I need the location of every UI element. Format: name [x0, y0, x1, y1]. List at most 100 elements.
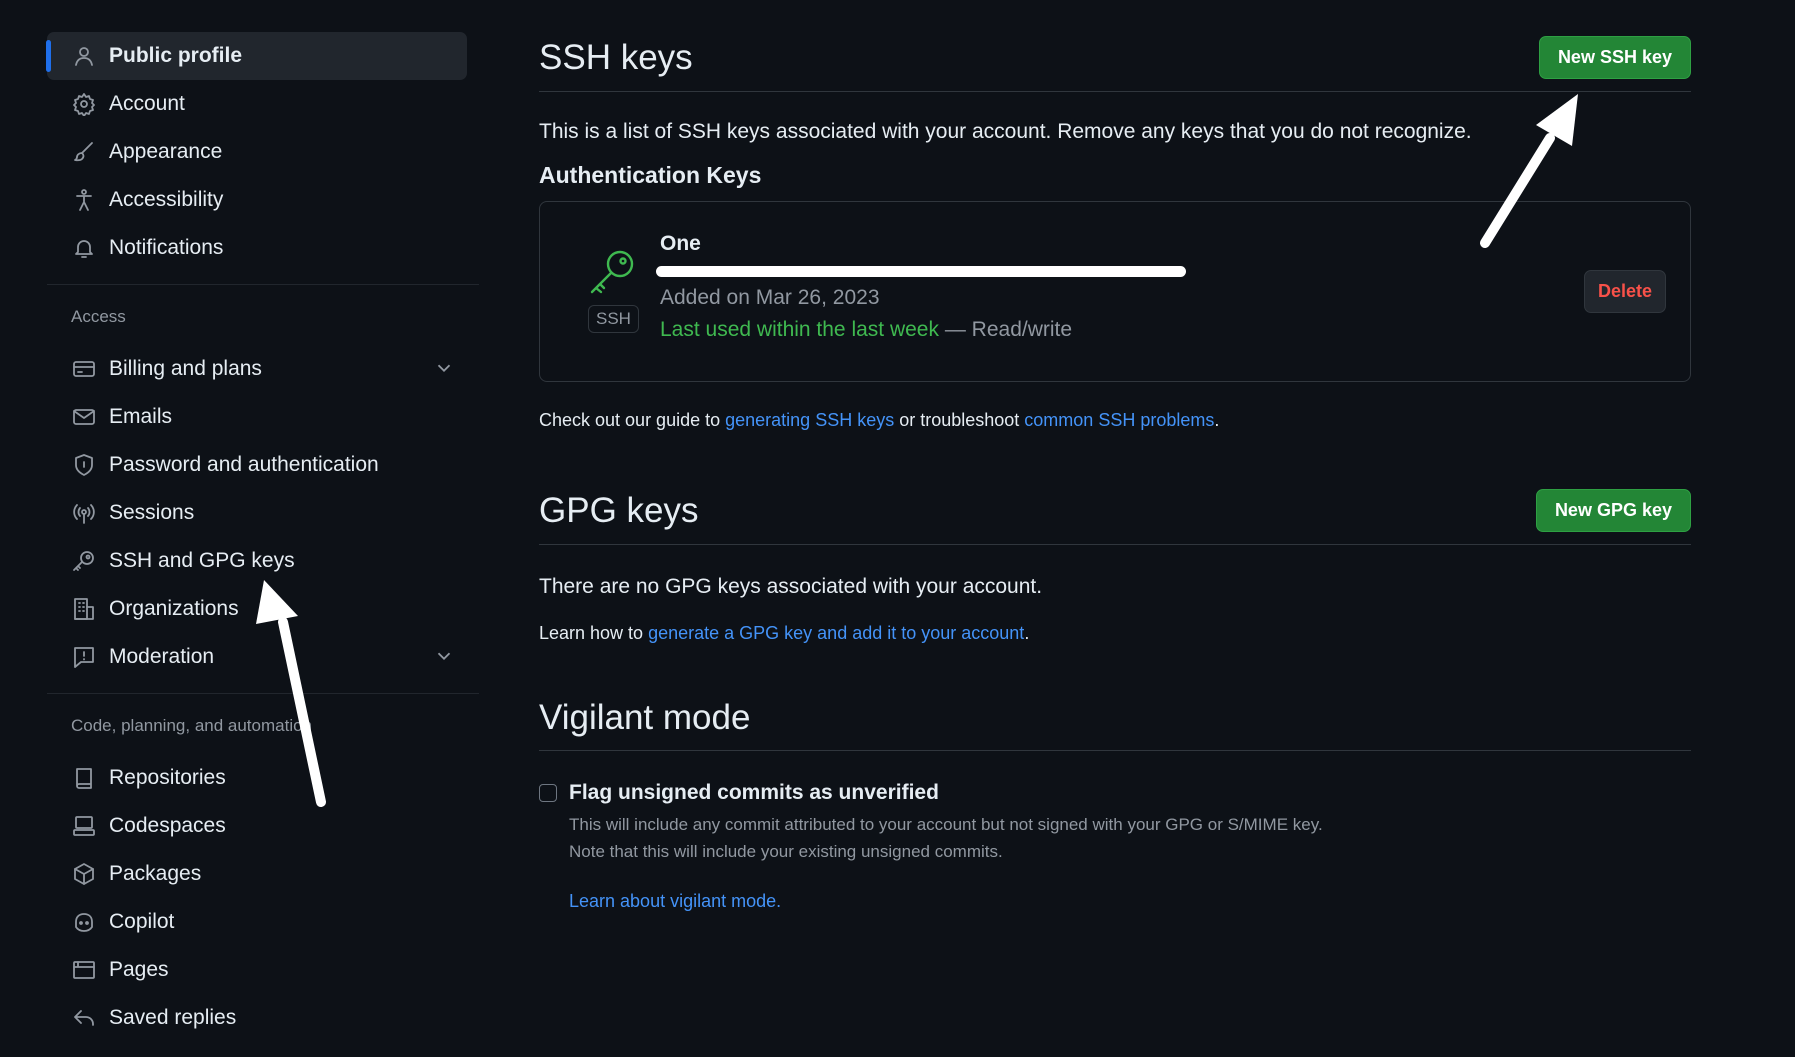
gpg-learn-text: Learn how to generate a GPG key and add …: [539, 623, 1691, 644]
sidebar-item-appearance[interactable]: Appearance: [47, 128, 479, 176]
ssh-keys-title: SSH keys: [539, 37, 693, 77]
reply-icon: [71, 1005, 97, 1031]
browser-icon: [71, 957, 97, 983]
guide-suffix: .: [1214, 410, 1220, 430]
sidebar-item-label: Packages: [109, 862, 202, 885]
sidebar-item-label: Codespaces: [109, 814, 226, 837]
flag-unsigned-commits-checkbox[interactable]: [539, 784, 557, 802]
sidebar-item-billing[interactable]: Billing and plans: [47, 345, 479, 393]
sidebar-item-label: Moderation: [109, 645, 215, 668]
sidebar-item-codespaces[interactable]: Codespaces: [47, 802, 479, 850]
gpg-empty-text: There are no GPG keys associated with yo…: [539, 575, 1043, 598]
sidebar-divider: [47, 284, 479, 285]
ssh-key-name: One: [660, 232, 701, 255]
ssh-key-info: One Added on Mar 26, 2023 Last used with…: [656, 232, 1190, 342]
learn-vigilant-mode-link[interactable]: Learn about vigilant mode.: [569, 891, 1323, 912]
ssh-section-header: SSH keys New SSH key: [539, 36, 1691, 92]
vigilant-note: This will include any commit attributed …: [569, 811, 1323, 865]
ssh-description: This is a list of SSH keys associated wi…: [539, 120, 1472, 143]
sidebar-item-accessibility[interactable]: Accessibility: [47, 176, 479, 224]
shield-lock-icon: [71, 452, 97, 478]
sidebar-item-label: Organizations: [109, 597, 239, 620]
ssh-key-added-date: Added on Mar 26, 2023: [660, 286, 880, 309]
sidebar-item-label: Pages: [109, 958, 169, 981]
key-icon: [586, 246, 638, 298]
flag-unsigned-commits-label[interactable]: Flag unsigned commits as unverified: [569, 781, 1323, 805]
person-icon: [71, 43, 97, 69]
sidebar-item-moderation[interactable]: Moderation: [47, 633, 479, 681]
ssh-key-access: — Read/write: [939, 318, 1073, 341]
ssh-key-usage: Last used within the last week — Read/wr…: [660, 318, 1190, 342]
sidebar-item-label: Password and authentication: [109, 453, 379, 476]
vigilant-section-header: Vigilant mode: [539, 698, 1691, 751]
credit-card-icon: [71, 356, 97, 382]
mail-icon: [71, 404, 97, 430]
organization-icon: [71, 596, 97, 622]
main-content: SSH keys New SSH key This is a list of S…: [539, 36, 1691, 912]
sidebar-item-label: SSH and GPG keys: [109, 549, 295, 572]
sidebar-item-label: Account: [109, 92, 185, 115]
sidebar-item-password[interactable]: Password and authentication: [47, 441, 479, 489]
chevron-down-icon[interactable]: [433, 357, 455, 379]
sidebar-item-notifications[interactable]: Notifications: [47, 224, 479, 272]
sidebar-item-sessions[interactable]: Sessions: [47, 489, 479, 537]
vigilant-note-line2: Note that this will include your existin…: [569, 842, 1003, 861]
gpg-keys-title: GPG keys: [539, 490, 699, 530]
sidebar-item-label: Public profile: [109, 44, 243, 67]
vigilant-mode-section: Vigilant mode Flag unsigned commits as u…: [539, 698, 1691, 912]
new-gpg-key-button[interactable]: New GPG key: [1535, 489, 1691, 532]
sidebar-item-emails[interactable]: Emails: [47, 393, 479, 441]
sidebar-item-label: Saved replies: [109, 1006, 237, 1029]
sidebar-item-label: Notifications: [109, 236, 224, 259]
sidebar-item-pages[interactable]: Pages: [47, 946, 479, 994]
sidebar-item-ssh-gpg-keys[interactable]: SSH and GPG keys: [47, 537, 479, 585]
learn-suffix: .: [1024, 623, 1030, 643]
sidebar-group-code: Code, planning, and automation: [71, 716, 313, 735]
generate-gpg-key-link[interactable]: generate a GPG key and add it to your ac…: [648, 623, 1024, 643]
sidebar-item-label: Accessibility: [109, 188, 224, 211]
ssh-keys-section: SSH keys New SSH key This is a list of S…: [539, 36, 1691, 431]
chevron-down-icon[interactable]: [433, 645, 455, 667]
sidebar-item-label: Emails: [109, 405, 173, 428]
guide-prefix: Check out our guide to: [539, 410, 726, 430]
sidebar-item-repositories[interactable]: Repositories: [47, 754, 479, 802]
sidebar-item-account[interactable]: Account: [47, 80, 479, 128]
sidebar-item-label: Sessions: [109, 501, 195, 524]
authentication-keys-heading: Authentication Keys: [539, 162, 762, 188]
ssh-badge: SSH: [588, 305, 639, 333]
copilot-icon: [71, 909, 97, 935]
sidebar-group-access: Access: [71, 307, 126, 326]
bell-icon: [71, 235, 97, 261]
guide-middle: or troubleshoot: [894, 410, 1025, 430]
sidebar-item-copilot[interactable]: Copilot: [47, 898, 479, 946]
paintbrush-icon: [71, 139, 97, 165]
sidebar-item-label: Copilot: [109, 910, 175, 933]
settings-sidebar: Public profile Account Appearance Access…: [46, 32, 479, 1042]
redaction-mark: [656, 266, 1186, 277]
sidebar-divider: [47, 693, 479, 694]
vigilant-note-line1: This will include any commit attributed …: [569, 815, 1323, 834]
gpg-section-header: GPG keys New GPG key: [539, 489, 1691, 545]
ssh-key-last-used: Last used within the last week: [660, 318, 939, 341]
sidebar-item-public-profile[interactable]: Public profile: [46, 32, 467, 80]
sidebar-item-saved-replies[interactable]: Saved replies: [47, 994, 479, 1042]
ssh-key-fingerprint: [656, 262, 1190, 278]
report-icon: [71, 644, 97, 670]
accessibility-icon: [71, 187, 97, 213]
sidebar-item-label: Billing and plans: [109, 357, 262, 380]
key-icon: [71, 548, 97, 574]
package-icon: [71, 861, 97, 887]
new-ssh-key-button[interactable]: New SSH key: [1538, 36, 1691, 79]
gpg-keys-section: GPG keys New GPG key There are no GPG ke…: [539, 489, 1691, 644]
vigilant-option-body: Flag unsigned commits as unverified This…: [569, 781, 1323, 912]
codespaces-icon: [71, 813, 97, 839]
common-ssh-problems-link[interactable]: common SSH problems: [1024, 410, 1214, 430]
delete-ssh-key-button[interactable]: Delete: [1583, 270, 1666, 313]
sidebar-item-label: Appearance: [109, 140, 223, 163]
gear-icon: [71, 91, 97, 117]
generating-ssh-keys-link[interactable]: generating SSH keys: [725, 410, 894, 430]
sidebar-item-packages[interactable]: Packages: [47, 850, 479, 898]
sidebar-item-organizations[interactable]: Organizations: [47, 585, 479, 633]
vigilant-option: Flag unsigned commits as unverified This…: [539, 781, 1691, 912]
repo-icon: [71, 765, 97, 791]
